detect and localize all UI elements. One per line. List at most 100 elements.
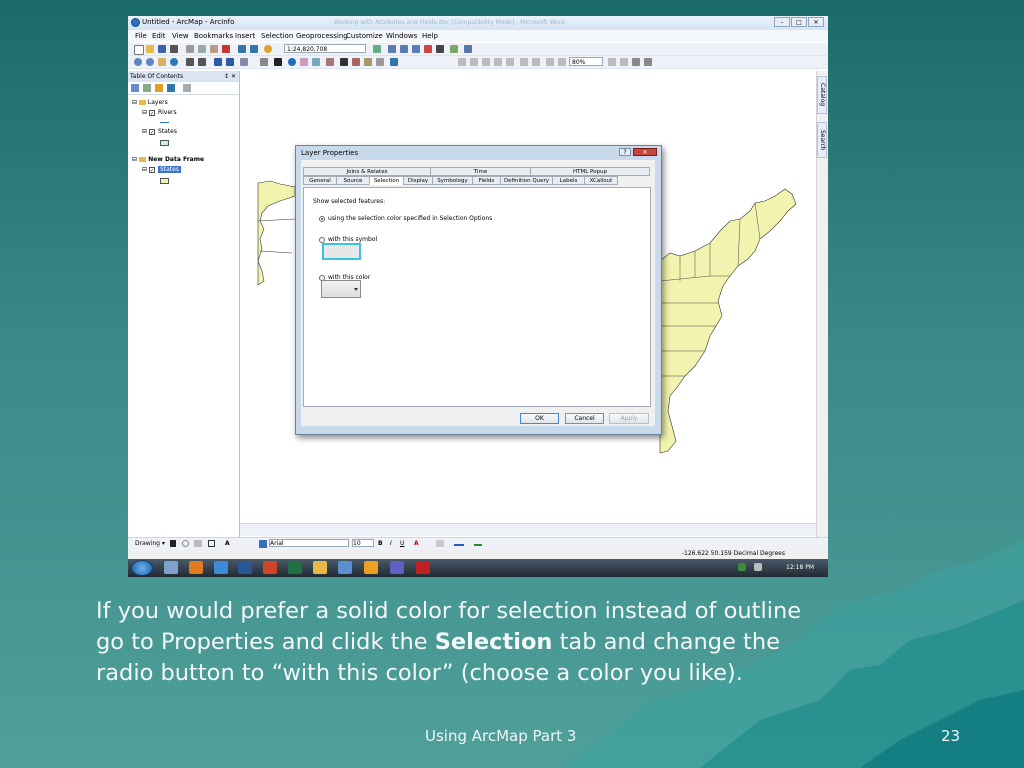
line-color-icon[interactable] — [454, 544, 464, 546]
toc-window-icon[interactable] — [388, 45, 396, 53]
tab-source[interactable]: Source — [336, 176, 370, 185]
tab-selection[interactable]: Selection — [369, 176, 404, 185]
tab-general[interactable]: General — [303, 176, 337, 185]
menu-geoprocessing[interactable]: Geoprocessing — [296, 32, 348, 40]
dialog-close-button[interactable]: ✕ — [633, 148, 657, 156]
layout-pan-icon[interactable] — [482, 58, 490, 66]
layout-forward-icon[interactable] — [558, 58, 566, 66]
search-side-tab[interactable]: Search — [817, 122, 827, 158]
taskbar-arcmap-icon[interactable] — [338, 561, 352, 574]
html-popup-icon[interactable] — [312, 58, 320, 66]
menu-help[interactable]: Help — [422, 32, 438, 40]
option-selection-color[interactable]: using the selection color specified in S… — [319, 215, 492, 222]
clear-selection-icon[interactable] — [260, 58, 268, 66]
paste-icon[interactable] — [210, 45, 218, 53]
find-icon[interactable] — [340, 58, 348, 66]
radio-selection-color[interactable] — [319, 215, 325, 222]
taskbar-app-icon[interactable] — [390, 561, 404, 574]
layout-back-icon[interactable] — [546, 58, 554, 66]
tab-html-popup[interactable]: HTML Popup — [530, 167, 650, 176]
tray-network-icon[interactable] — [738, 563, 746, 571]
tab-symbology[interactable]: Symbology — [432, 176, 473, 185]
minimize-button[interactable]: – — [774, 17, 790, 27]
find-route-icon[interactable] — [352, 58, 360, 66]
ok-button[interactable]: OK — [520, 413, 559, 424]
menu-insert[interactable]: Insert — [235, 32, 255, 40]
menu-view[interactable]: View — [172, 32, 189, 40]
full-extent-icon[interactable] — [170, 58, 178, 66]
save-icon[interactable] — [158, 45, 166, 53]
menu-selection[interactable]: Selection — [261, 32, 293, 40]
search-window-icon[interactable] — [412, 45, 420, 53]
python-window-icon[interactable] — [436, 45, 444, 53]
back-extent-icon[interactable] — [214, 58, 222, 66]
catalog-window-icon[interactable] — [400, 45, 408, 53]
radio-symbol[interactable] — [319, 236, 325, 243]
italic-button[interactable]: I — [390, 540, 392, 547]
pan-hand-icon[interactable] — [158, 58, 166, 66]
map-scale-input[interactable]: 1:24,820,708 — [284, 44, 366, 53]
tab-definition-query[interactable]: Definition Query — [500, 176, 553, 185]
underline-button[interactable]: U — [400, 540, 404, 547]
taskbar-ie-icon[interactable] — [214, 561, 228, 574]
delete-icon[interactable] — [222, 45, 230, 53]
fixed-zoom-out-icon[interactable] — [198, 58, 206, 66]
new-document-icon[interactable] — [134, 45, 144, 55]
tab-time[interactable]: Time — [430, 167, 531, 176]
add-data-icon[interactable] — [264, 45, 272, 53]
apply-button[interactable]: Apply — [609, 413, 649, 424]
layout-zoom-in-icon[interactable] — [458, 58, 466, 66]
arctoolbox-icon[interactable] — [424, 45, 432, 53]
data-driven-pages-icon[interactable] — [644, 58, 652, 66]
symbol-swatch-button[interactable] — [322, 243, 361, 260]
editor-toolbar-icon[interactable] — [373, 45, 381, 53]
toggle-draft-icon[interactable] — [608, 58, 616, 66]
focus-data-frame-icon[interactable] — [620, 58, 628, 66]
toc-pin-close-icon[interactable]: ↕ ✕ — [224, 71, 236, 82]
cut-icon[interactable] — [186, 45, 194, 53]
rotate-icon[interactable] — [182, 540, 189, 547]
hyperlink-icon[interactable] — [300, 58, 308, 66]
copy-icon[interactable] — [198, 45, 206, 53]
undo-icon[interactable] — [238, 45, 246, 53]
tray-volume-icon[interactable] — [754, 563, 762, 571]
layout-zoom-select[interactable]: 80% — [569, 57, 603, 66]
rivers-visibility-checkbox[interactable]: ✓ — [148, 109, 155, 117]
select-arrow-icon[interactable] — [170, 540, 176, 547]
tab-labels[interactable]: Labels — [552, 176, 585, 185]
menu-windows[interactable]: Windows — [386, 32, 417, 40]
measure-icon[interactable] — [326, 58, 334, 66]
layout-zoom-100-icon[interactable] — [506, 58, 514, 66]
cancel-button[interactable]: Cancel — [565, 413, 604, 424]
toc-states-layer[interactable]: ⊟ ✓ States — [142, 128, 177, 136]
menu-bookmarks[interactable]: Bookmarks — [194, 32, 233, 40]
taskbar-acrobat-icon[interactable] — [416, 561, 430, 574]
time-slider-icon[interactable] — [376, 58, 384, 66]
tab-joins-relates[interactable]: Joins & Relates — [303, 167, 431, 176]
font-family-select[interactable]: Arial — [269, 539, 349, 547]
whats-this-icon[interactable] — [464, 45, 472, 53]
fill-color-icon[interactable] — [436, 540, 444, 547]
forward-extent-icon[interactable] — [226, 58, 234, 66]
marker-color-icon[interactable] — [474, 544, 482, 546]
identify-icon[interactable] — [288, 58, 296, 66]
fixed-zoom-in-icon[interactable] — [186, 58, 194, 66]
tab-fields[interactable]: Fields — [472, 176, 501, 185]
menu-file[interactable]: File — [135, 32, 147, 40]
color-picker-dropdown[interactable] — [321, 280, 361, 298]
toc-layers-group[interactable]: ⊟ Layers — [132, 99, 168, 106]
states-2-visibility-checkbox[interactable]: ✓ — [148, 166, 155, 174]
zoom-in-icon[interactable] — [134, 58, 142, 66]
taskbar-explorer-icon[interactable] — [164, 561, 178, 574]
change-layout-icon[interactable] — [632, 58, 640, 66]
rectangle-tool-icon[interactable] — [208, 540, 215, 547]
layout-fixed-out-icon[interactable] — [532, 58, 540, 66]
collapse-icon[interactable]: ⊟ — [132, 156, 137, 163]
menu-customize[interactable]: Customize — [346, 32, 383, 40]
toc-options-icon[interactable] — [183, 84, 191, 92]
map-horizontal-scrollbar[interactable] — [240, 523, 816, 536]
layout-zoom-out-icon[interactable] — [470, 58, 478, 66]
redo-icon[interactable] — [250, 45, 258, 53]
list-by-visibility-icon[interactable] — [155, 84, 163, 92]
maximize-button[interactable]: □ — [791, 17, 807, 27]
